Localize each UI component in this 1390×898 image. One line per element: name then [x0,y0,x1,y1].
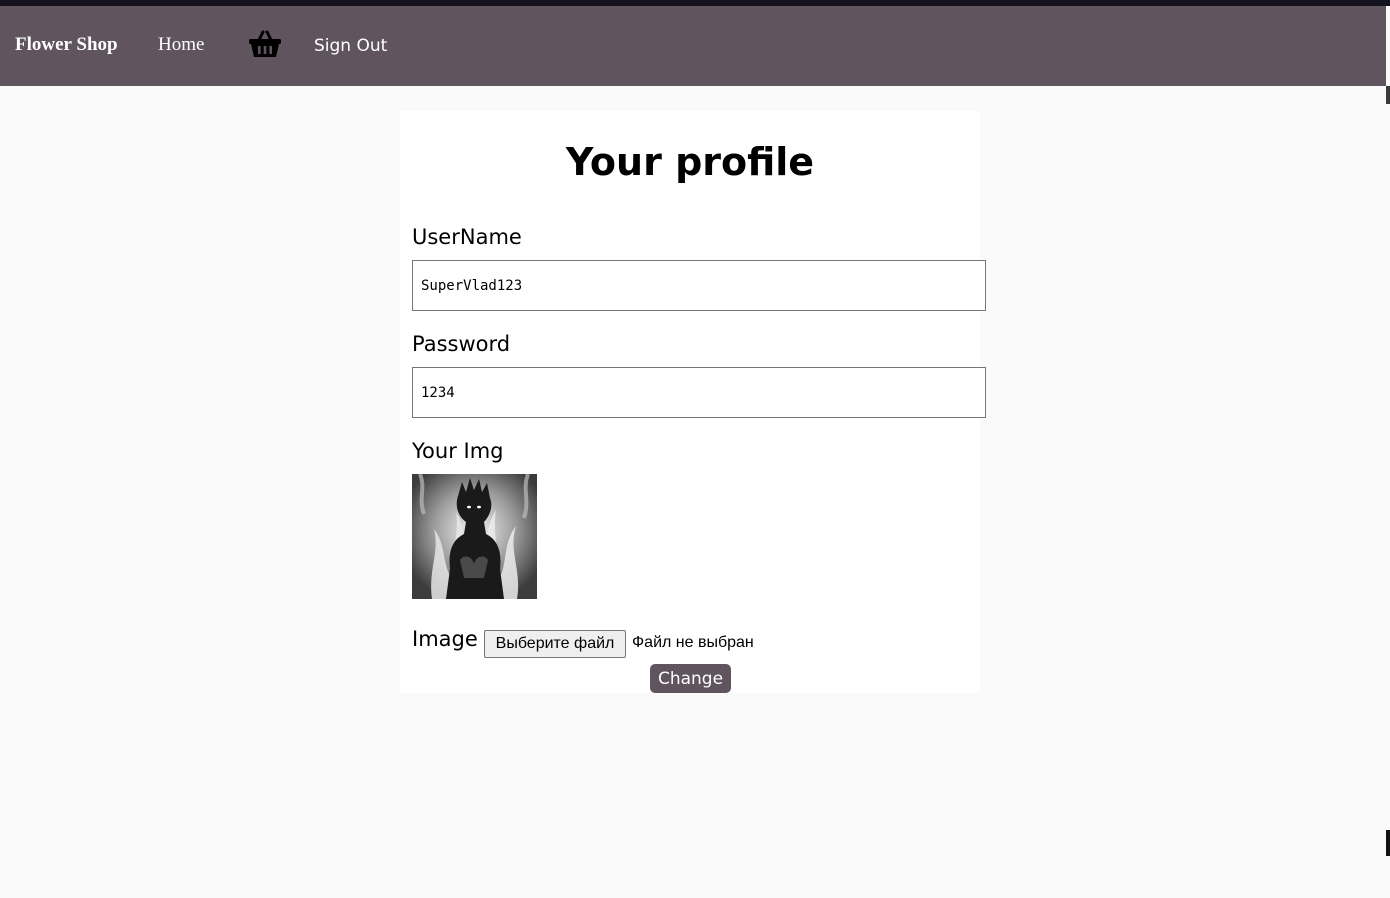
navbar: Flower Shop Home Sign Out [0,6,1386,86]
your-img-label: Your Img [412,439,504,463]
username-input[interactable] [412,260,986,311]
username-label: UserName [412,225,522,249]
cart-link[interactable] [248,29,282,59]
scrollbar-marker [1386,830,1390,856]
scrollbar[interactable] [1386,6,1390,898]
file-status-text: Файл не выбран [632,634,754,651]
scrollbar-thumb[interactable] [1386,86,1390,104]
change-button[interactable]: Change [650,664,731,693]
nav-home-link[interactable]: Home [158,34,204,56]
password-label: Password [412,332,511,356]
profile-avatar-image [412,474,537,599]
image-file-label: Image [412,627,478,651]
choose-file-button[interactable]: Выберите файл [484,630,626,658]
shopping-basket-icon [249,30,281,57]
page-title: Your profile [565,140,815,184]
brand-link[interactable]: Flower Shop [15,34,118,56]
sign-out-link[interactable]: Sign Out [314,36,387,56]
password-input[interactable] [412,367,986,418]
